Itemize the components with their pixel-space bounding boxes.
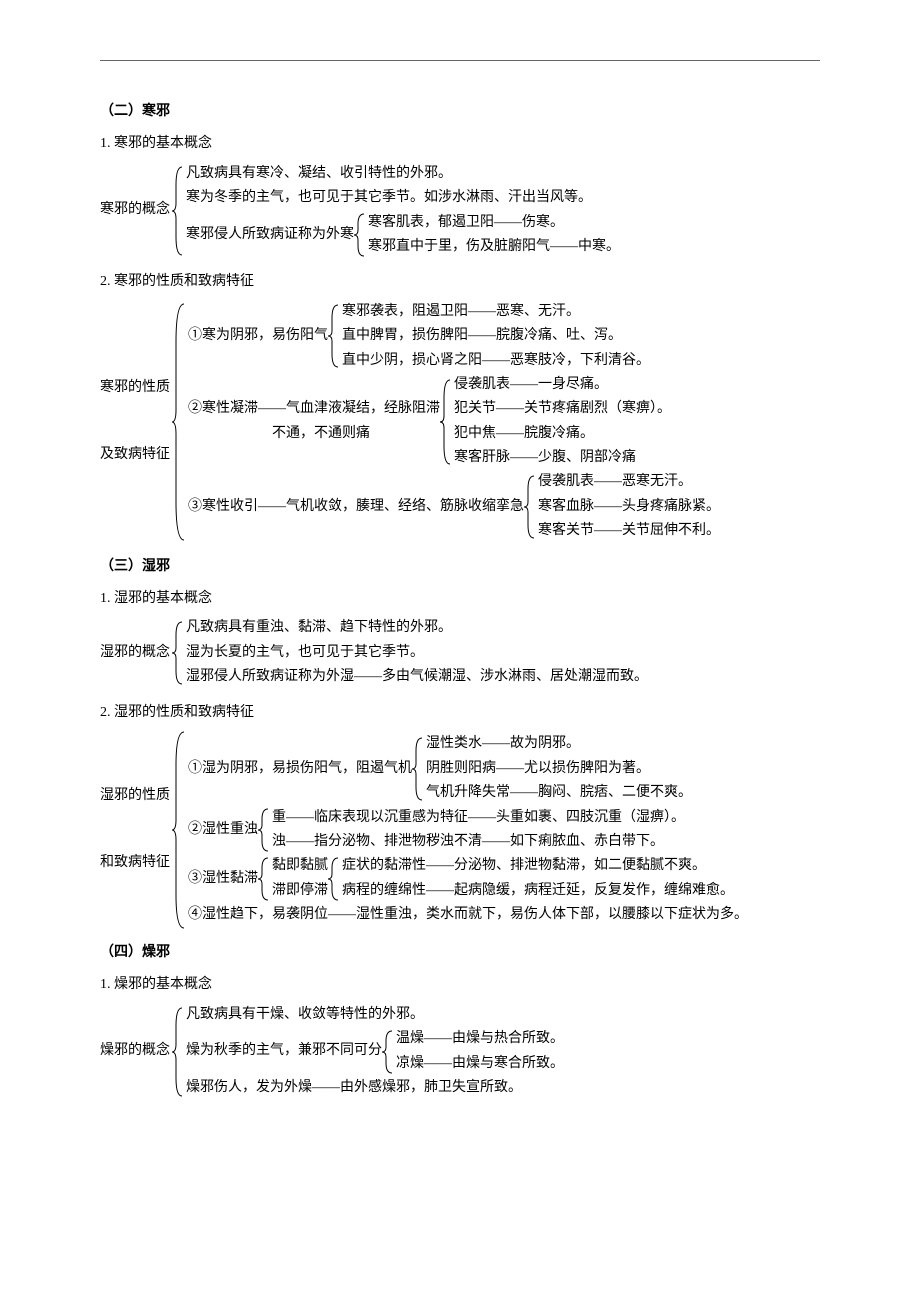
brace-icon	[172, 730, 188, 930]
text-line: 湿为长夏的主气，也可见于其它季节。	[186, 642, 648, 664]
zaoxie-concept-block: 燥邪的概念 凡致病具有干燥、收敛等特性的外邪。 燥为秋季的主气，兼邪不同可分 温…	[100, 1003, 820, 1101]
text-line: 寒客关节——关节屈伸不利。	[538, 520, 720, 542]
section-3-title: （三）湿邪	[100, 556, 820, 578]
text-line: 阴胜则阳病——尤以损伤脾阳为著。	[426, 758, 692, 780]
text-line: 寒客肌表，郁遏卫阳——伤寒。	[368, 212, 620, 234]
brace-icon	[172, 620, 186, 686]
text-line: 犯中焦——脘腹冷痛。	[454, 423, 671, 445]
brace-icon	[258, 807, 272, 853]
text-line: 气机升降失常——胸闷、脘痞、二便不爽。	[426, 782, 692, 804]
text-line: 重——临床表现以沉重感为特征——头重如裹、四肢沉重（湿痹）。	[272, 807, 685, 829]
hanxie-nature-block: 寒邪的性质 及致病特征 ①寒为阴邪，易伤阳气 寒邪袭表，阻遏卫阳——恶寒、无汗。…	[100, 300, 820, 544]
brace-icon	[172, 302, 188, 542]
shixie-concept-block: 湿邪的概念 凡致病具有重浊、黏滞、趋下特性的外邪。 湿为长夏的主气，也可见于其它…	[100, 616, 820, 689]
section-2-h1: 1. 寒邪的基本概念	[100, 133, 820, 155]
text-line: 犯关节——关节疼痛剧烈（寒痹）。	[454, 398, 671, 420]
section-4-title: （四）燥邪	[100, 942, 820, 964]
text-line: 燥为秋季的主气，兼邪不同可分	[186, 1040, 382, 1062]
text-line: 滞即停滞	[272, 880, 328, 902]
text-line: 黏即黏腻	[272, 855, 328, 877]
text-line: 寒客血脉——头身疼痛脉紧。	[538, 496, 720, 518]
zaoxie-concept-label: 燥邪的概念	[100, 1040, 172, 1062]
brace-icon	[412, 736, 426, 802]
shixie-nature-block: 湿邪的性质 和致病特征 ①湿为阴邪，易损伤阳气，阻遏气机 湿性类水——故为阴邪。…	[100, 730, 820, 930]
label-line: 及致病特征	[100, 444, 170, 466]
brace-icon	[440, 378, 454, 466]
text-line: 寒客肝脉——少腹、阴部冷痛	[454, 447, 671, 469]
text-line: 浊——指分泌物、排泄物秽浊不清——如下痢脓血、赤白带下。	[272, 831, 685, 853]
text-line: 寒邪袭表，阻遏卫阳——恶寒、无汗。	[342, 301, 650, 323]
section-2-h2: 2. 寒邪的性质和致病特征	[100, 271, 820, 293]
text-line: 凡致病具有重浊、黏滞、趋下特性的外邪。	[186, 617, 648, 639]
label-line: 寒邪的性质	[100, 377, 170, 399]
text-line: 侵袭肌表——一身尽痛。	[454, 374, 671, 396]
brace-icon	[172, 1006, 186, 1098]
text-line: 直中脾胃，损伤脾阳——脘腹冷痛、吐、泻。	[342, 325, 650, 347]
text-line: 燥邪伤人，发为外燥——由外感燥邪，肺卫失宣所致。	[186, 1077, 564, 1099]
section-2-title: （二）寒邪	[100, 101, 820, 123]
hanxie-nature-label: 寒邪的性质 及致病特征	[100, 332, 172, 511]
shixie-nature-label: 湿邪的性质 和致病特征	[100, 740, 172, 919]
text-line: 寒为冬季的主气，也可见于其它季节。如涉水淋雨、汗出当风等。	[186, 187, 620, 209]
text-line: 凉燥——由燥与寒合所致。	[396, 1053, 564, 1075]
text-line: 寒邪直中于里，伤及脏腑阳气——中寒。	[368, 236, 620, 258]
section-4-h1: 1. 燥邪的基本概念	[100, 974, 820, 996]
text-line: 不通，不通则痛	[188, 423, 440, 445]
brace-icon	[172, 165, 186, 257]
brace-icon	[382, 1029, 396, 1075]
label-line: 湿邪的性质	[100, 785, 170, 807]
brace-icon	[258, 856, 272, 902]
text-line: ①寒为阴邪，易伤阳气	[188, 325, 328, 347]
shixie-concept-label: 湿邪的概念	[100, 642, 172, 664]
section-3-h2: 2. 湿邪的性质和致病特征	[100, 702, 820, 724]
text-line: 侵袭肌表——恶寒无汗。	[538, 471, 720, 493]
brace-icon	[328, 856, 342, 902]
brace-icon	[328, 303, 342, 369]
text-line: ④湿性趋下，易袭阴位——湿性重浊，类水而就下，易伤人体下部，以腰膝以下症状为多。	[188, 904, 748, 926]
text-line: ③寒性收引——气机收敛，腠理、经络、筋脉收缩挛急	[188, 496, 524, 518]
text-line: 凡致病具有寒冷、凝结、收引特性的外邪。	[186, 163, 620, 185]
text-line: 温燥——由燥与热合所致。	[396, 1028, 564, 1050]
text-line: 湿性类水——故为阴邪。	[426, 733, 692, 755]
section-3-h1: 1. 湿邪的基本概念	[100, 588, 820, 610]
text-line: 凡致病具有干燥、收敛等特性的外邪。	[186, 1004, 564, 1026]
text-line: 湿邪侵人所致病证称为外湿——多由气候潮湿、涉水淋雨、居处潮湿而致。	[186, 666, 648, 688]
hanxie-concept-label: 寒邪的概念	[100, 199, 172, 221]
text-line: 寒邪侵人所致病证称为外寒	[186, 224, 354, 246]
text-line: ③湿性黏滞	[188, 868, 258, 890]
hanxie-concept-block: 寒邪的概念 凡致病具有寒冷、凝结、收引特性的外邪。 寒为冬季的主气，也可见于其它…	[100, 162, 820, 260]
text-line: ②寒性凝滞——气血津液凝结，经脉阻滞	[188, 398, 440, 420]
brace-icon	[354, 212, 368, 258]
brace-icon	[524, 474, 538, 540]
text-line: ①湿为阴邪，易损伤阳气，阻遏气机	[188, 758, 412, 780]
horizontal-rule	[100, 60, 820, 61]
text-line: ②湿性重浊	[188, 819, 258, 841]
text-line: 症状的黏滞性——分泌物、排泄物黏滞，如二便黏腻不爽。	[342, 855, 734, 877]
label-line: 和致病特征	[100, 852, 170, 874]
text-line: 病程的缠绵性——起病隐缓，病程迁延，反复发作，缠绵难愈。	[342, 880, 734, 902]
text-line: 直中少阴，损心肾之阳——恶寒肢冷，下利清谷。	[342, 350, 650, 372]
